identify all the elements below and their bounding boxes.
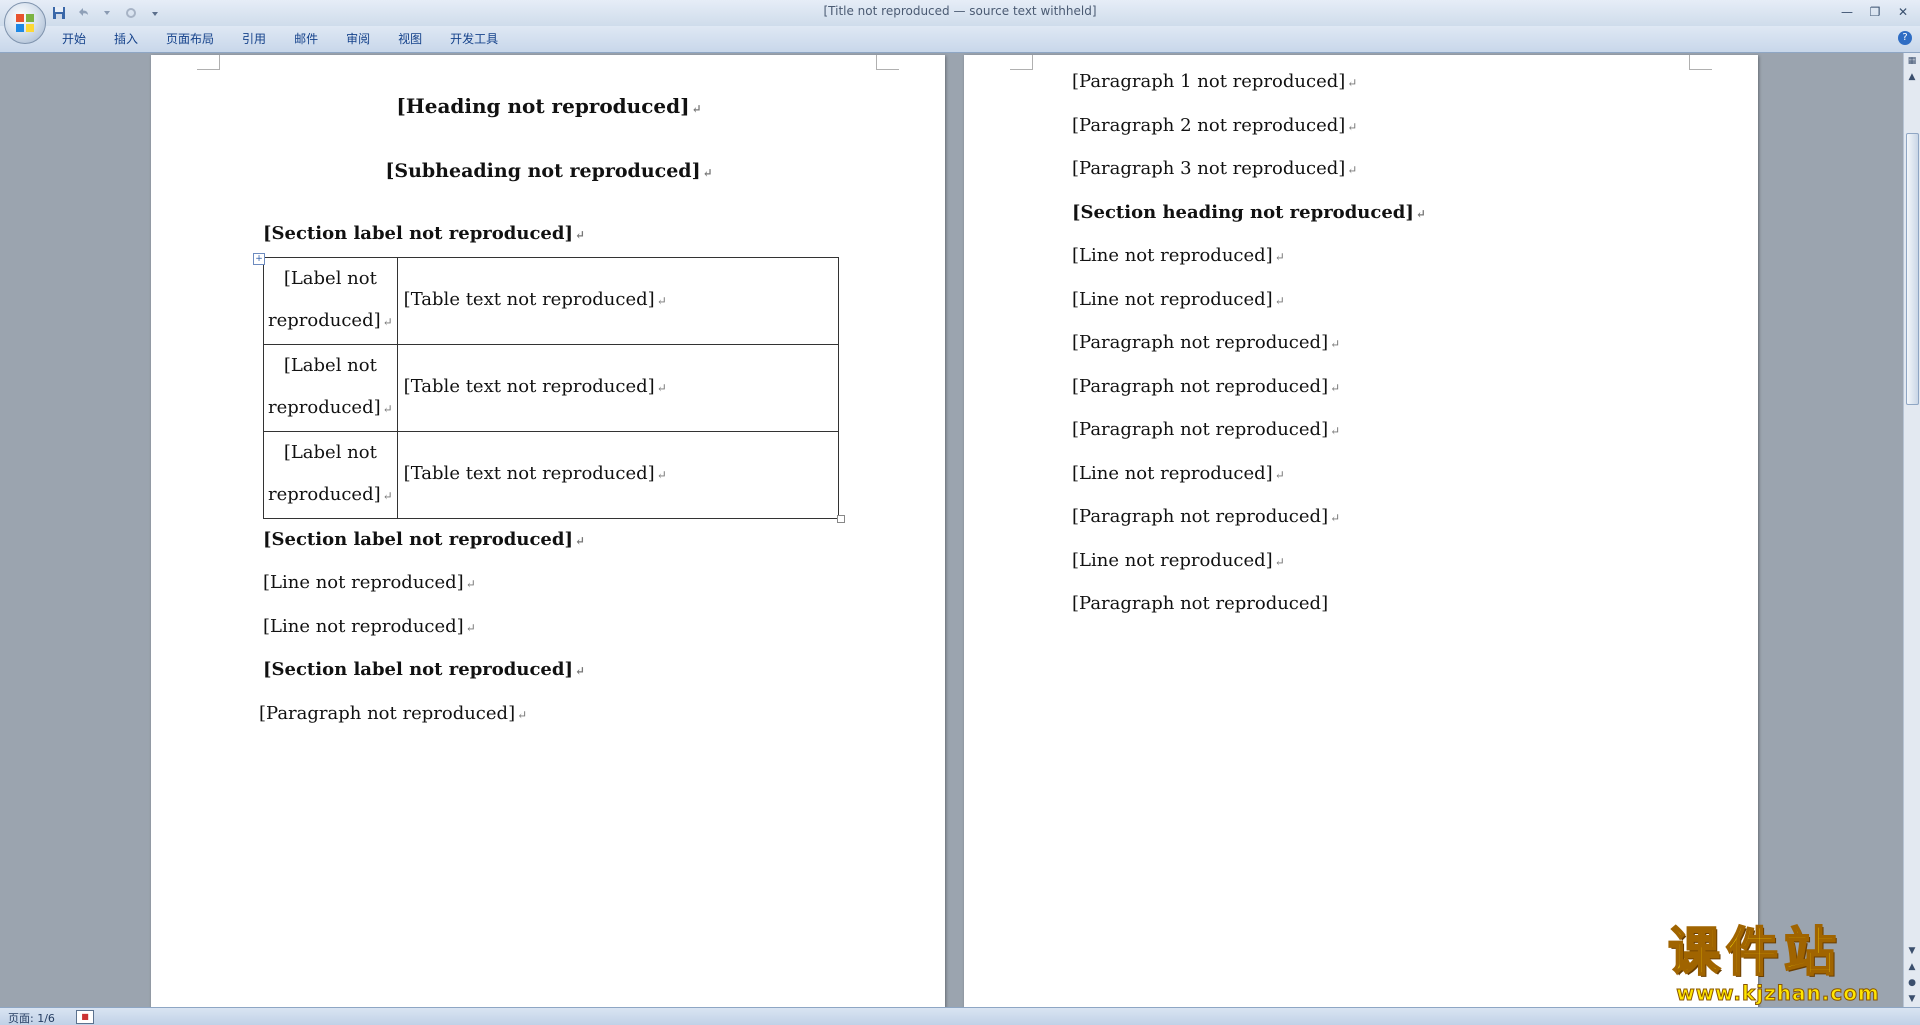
restore-icon[interactable]: ❐ <box>1862 2 1888 22</box>
paragraph[interactable]: [Line not reproduced] ↵ <box>1036 453 1688 497</box>
table-move-handle-icon[interactable]: + <box>253 252 265 265</box>
page-count[interactable]: 页面: 1/6 <box>8 1010 55 1025</box>
scroll-up-icon[interactable]: ▲ <box>1904 69 1920 85</box>
word-window: [Title not reproduced — source text with… <box>0 0 1920 1025</box>
section-keypoints-heading[interactable]: [Section label not reproduced] ↵ <box>263 519 875 563</box>
minimize-icon[interactable]: — <box>1834 2 1860 22</box>
paragraph[interactable]: [Paragraph 3 not reproduced] ↵ <box>1036 148 1688 192</box>
status-bar: 页面: 1/6 ■ <box>0 1007 1920 1025</box>
tab-review[interactable]: 审阅 <box>332 30 384 48</box>
table-row: [Label not reproduced] ↵ [Table text not … <box>263 256 840 345</box>
scroll-down-icon[interactable]: ▼ <box>1904 943 1920 959</box>
table-row: [Label not reproduced] ↵ [Table text not … <box>263 343 840 432</box>
tab-insert[interactable]: 插入 <box>100 30 152 48</box>
page-2-content[interactable]: [Paragraph 1 not reproduced] ↵ [Paragraph… <box>1036 61 1688 626</box>
table-cell-label[interactable]: [Label not reproduced] ↵ <box>263 343 398 432</box>
table-cell-text[interactable]: [Table text not reproduced] ↵ <box>396 256 840 345</box>
difficulty-line[interactable]: [Line not reproduced] ↵ <box>263 606 875 650</box>
keypoint-line[interactable]: [Line not reproduced] ↵ <box>263 562 875 606</box>
lesson-heading[interactable]: [Heading not reproduced] ↵ <box>223 85 875 130</box>
section-goals-heading[interactable]: [Section label not reproduced] ↵ <box>263 213 875 257</box>
help-icon[interactable]: ? <box>1898 31 1912 45</box>
margin-corner-mark <box>876 55 899 70</box>
office-logo-icon <box>16 14 34 32</box>
goals-table[interactable]: [Label not reproduced] ↵ [Table text not … <box>263 256 840 519</box>
lesson-subheading[interactable]: [Subheading not reproduced] ↵ <box>223 150 875 194</box>
paragraph[interactable]: [Paragraph not reproduced] ↵ <box>1036 409 1688 453</box>
tab-view[interactable]: 视图 <box>384 30 436 48</box>
page-2[interactable]: [Paragraph 1 not reproduced] ↵ [Paragraph… <box>964 55 1758 1007</box>
margin-corner-mark <box>1010 55 1033 70</box>
paragraph[interactable]: [Paragraph not reproduced] ↵ <box>1036 496 1688 540</box>
tab-developer[interactable]: 开发工具 <box>436 30 512 48</box>
paragraph[interactable]: [Paragraph not reproduced] <box>1036 583 1688 626</box>
paragraph[interactable]: [Paragraph 1 not reproduced] ↵ <box>1036 61 1688 105</box>
watermark-logo-text: 课件站 <box>1667 923 1843 983</box>
table-cell-text[interactable]: [Table text not reproduced] ↵ <box>396 343 840 432</box>
window-controls: — ❐ ✕ <box>1834 2 1916 22</box>
table-row: [Label not reproduced] ↵ [Table text not … <box>263 430 840 519</box>
vertical-scrollbar[interactable]: ▦ ▲ ▼ ▲ ● ▼ <box>1903 53 1920 1007</box>
ribbon: 开始 插入 页面布局 引用 邮件 审阅 视图 开发工具 ? <box>0 26 1920 53</box>
tab-mailings[interactable]: 邮件 <box>280 30 332 48</box>
intro-paragraph[interactable]: [Paragraph not reproduced] ↵ <box>223 693 875 737</box>
margin-corner-mark <box>197 55 220 70</box>
tab-home[interactable]: 开始 <box>48 30 100 48</box>
office-button[interactable] <box>4 2 46 44</box>
window-title: [Title not reproduced — source text with… <box>823 4 1097 18</box>
paragraph[interactable]: [Line not reproduced] ↵ <box>1036 279 1688 323</box>
paragraph[interactable]: [Line not reproduced] ↵ <box>1036 235 1688 279</box>
paragraph[interactable]: [Paragraph not reproduced] ↵ <box>1036 366 1688 410</box>
scrollbar-thumb[interactable] <box>1906 133 1919 405</box>
document-area[interactable]: [Heading not reproduced] ↵ [Subheading no… <box>0 53 1904 1007</box>
ribbon-tabs: 开始 插入 页面布局 引用 邮件 审阅 视图 开发工具 <box>48 30 512 48</box>
macro-recording-icon[interactable]: ■ <box>76 1010 94 1024</box>
table-cell-text[interactable]: [Table text not reproduced] ↵ <box>396 430 840 519</box>
section-new-lesson-heading[interactable]: [Section heading not reproduced] ↵ <box>1036 192 1688 236</box>
next-page-icon[interactable]: ▼ <box>1904 991 1920 1007</box>
paragraph[interactable]: [Paragraph not reproduced] ↵ <box>1036 322 1688 366</box>
tab-page-layout[interactable]: 页面布局 <box>152 30 228 48</box>
paragraph[interactable]: [Paragraph 2 not reproduced] ↵ <box>1036 105 1688 149</box>
title-bar: [Title not reproduced — source text with… <box>0 0 1920 26</box>
watermark-logo: 课件站 www.kjzhan.com <box>1667 923 1898 1005</box>
ruler-toggle-icon[interactable]: ▦ <box>1904 53 1920 69</box>
margin-corner-mark <box>1689 55 1712 70</box>
tab-references[interactable]: 引用 <box>228 30 280 48</box>
table-cell-label[interactable]: [Label not reproduced] ↵ <box>263 256 398 345</box>
previous-page-icon[interactable]: ▲ <box>1904 959 1920 975</box>
section-intro-heading[interactable]: [Section label not reproduced] ↵ <box>263 649 875 693</box>
watermark-url: www.kjzhan.com <box>1676 981 1880 1005</box>
table-cell-label[interactable]: [Label not reproduced] ↵ <box>263 430 398 519</box>
table-resize-handle[interactable] <box>837 514 845 523</box>
page-1[interactable]: [Heading not reproduced] ↵ [Subheading no… <box>151 55 945 1007</box>
paragraph[interactable]: [Line not reproduced] ↵ <box>1036 540 1688 584</box>
page-1-content[interactable]: [Heading not reproduced] ↵ [Subheading no… <box>223 65 875 736</box>
browse-object-icon[interactable]: ● <box>1904 975 1920 991</box>
close-icon[interactable]: ✕ <box>1890 2 1916 22</box>
